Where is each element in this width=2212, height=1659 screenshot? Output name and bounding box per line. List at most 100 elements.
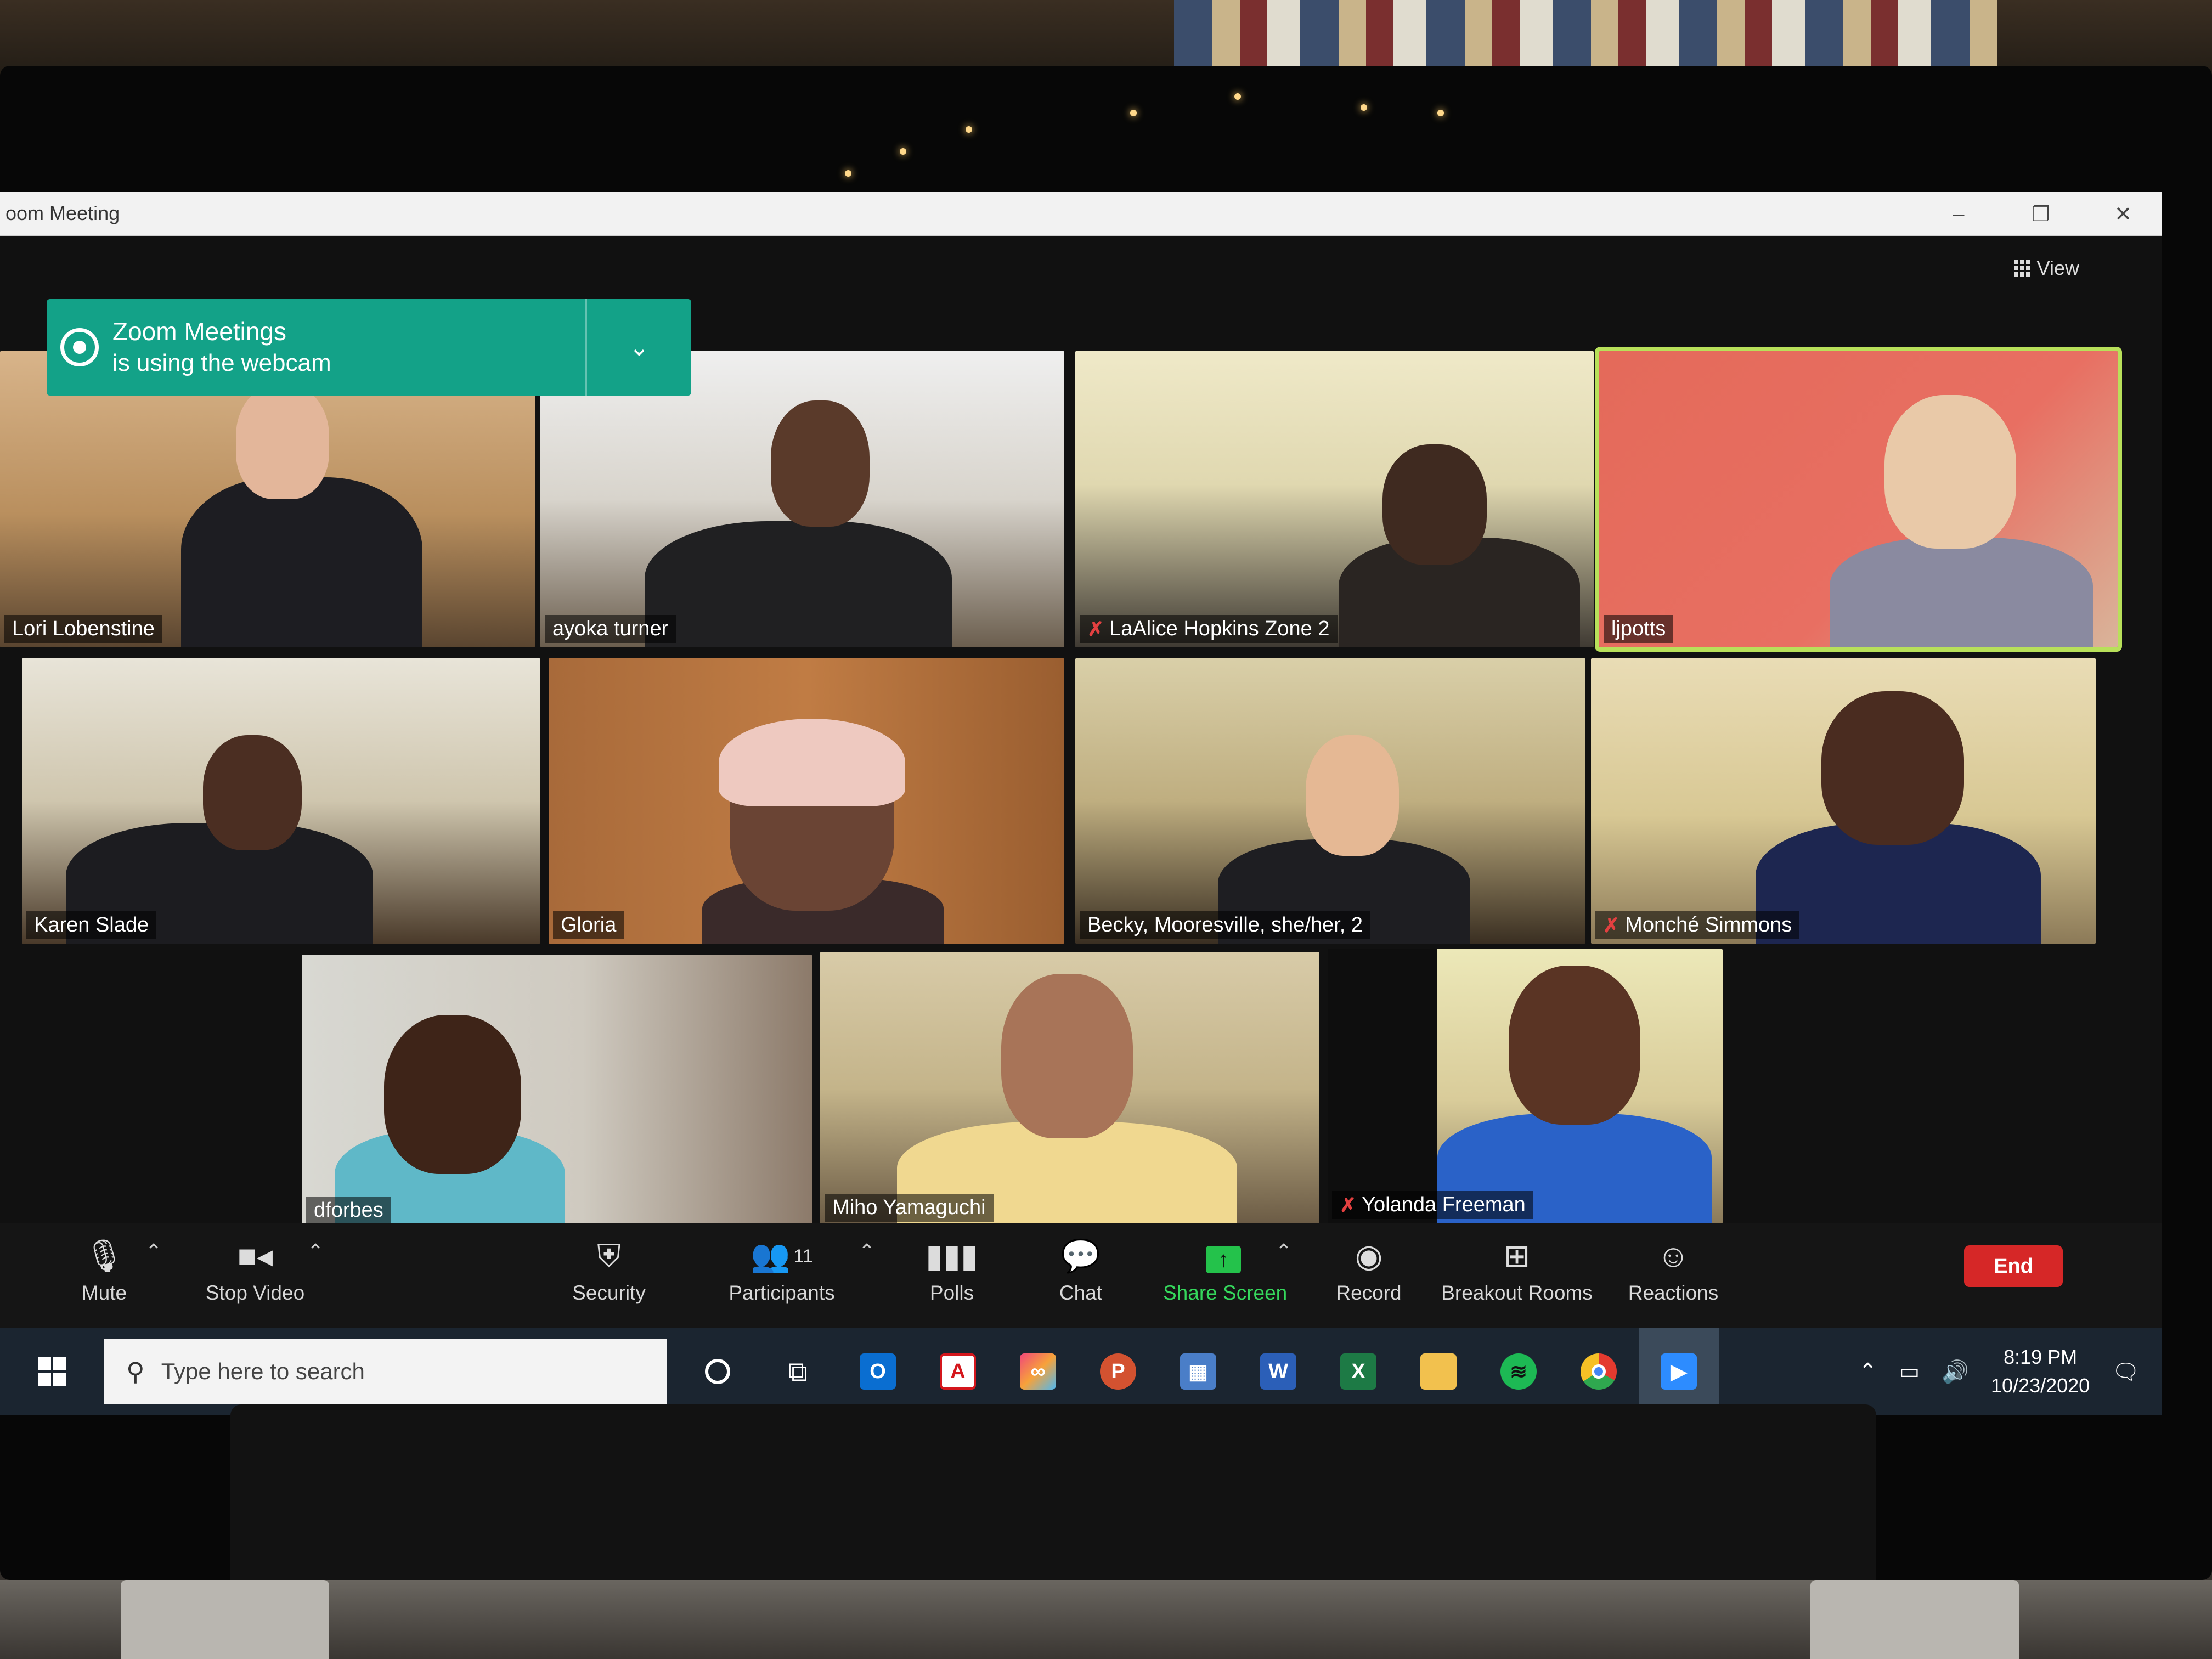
- volume-icon[interactable]: 🔊: [1942, 1359, 1969, 1385]
- grid-view-icon: [2013, 260, 2030, 276]
- participant-name: ✗ Yolanda Freeman: [1332, 1191, 1533, 1219]
- participant-face: [236, 384, 329, 499]
- meeting-toolbar: 🎙 Mute ⌃ ■◂ Stop Video ⌃ ⛨ Security 👥 11 …: [0, 1223, 2162, 1328]
- minimize-icon[interactable]: –: [1942, 202, 1975, 226]
- participant-name: ayoka turner: [545, 615, 676, 643]
- taskbar-apps: ⧉ O A ∞ P ▦ W X ≋ ▶: [678, 1328, 1719, 1415]
- taskbar-app-creative-cloud[interactable]: ∞: [998, 1328, 1078, 1415]
- outlook-icon: O: [860, 1353, 896, 1390]
- video-tile[interactable]: Lori Lobenstine: [0, 351, 535, 647]
- polls-button[interactable]: ▮▮▮ Polls: [922, 1234, 982, 1305]
- share-screen-button[interactable]: ↑ Share Screen: [1163, 1234, 1288, 1305]
- participant-face: [1306, 735, 1399, 856]
- shield-icon: ⛨: [597, 1238, 621, 1274]
- participant-face: [203, 735, 302, 850]
- taskbar-app-zoom[interactable]: ▶: [1639, 1328, 1719, 1415]
- video-tile[interactable]: ayoka turner: [540, 351, 1064, 647]
- word-icon: W: [1260, 1353, 1296, 1390]
- muted-mic-icon: ✗: [1603, 913, 1620, 936]
- powerpoint-icon: P: [1100, 1353, 1136, 1390]
- audio-options-caret[interactable]: ⌃: [145, 1240, 162, 1263]
- video-tile[interactable]: dforbes: [302, 955, 812, 1229]
- webcam-icon: [47, 328, 112, 366]
- clock-time: 8:19 PM: [2004, 1346, 2078, 1368]
- notification-message: is using the webcam: [112, 349, 331, 376]
- windows-logo-icon: [38, 1357, 66, 1386]
- video-tile[interactable]: Gloria: [549, 658, 1064, 944]
- participants-icon: 👥 11: [751, 1238, 813, 1274]
- taskbar-app-excel[interactable]: X: [1318, 1328, 1398, 1415]
- video-tile[interactable]: ✗ Monché Simmons: [1591, 658, 2096, 944]
- cortana-button[interactable]: [678, 1328, 758, 1415]
- show-hidden-icons-chevron[interactable]: ⌃: [1859, 1359, 1877, 1384]
- participant-name: dforbes: [306, 1197, 391, 1224]
- video-options-caret[interactable]: ⌃: [307, 1240, 324, 1263]
- security-label: Security: [572, 1282, 646, 1304]
- video-tile[interactable]: Becky, Mooresville, she/her, 2: [1075, 658, 1585, 944]
- spotify-icon: ≋: [1500, 1353, 1537, 1390]
- record-button[interactable]: ◉ Record: [1330, 1234, 1407, 1305]
- participants-button[interactable]: 👥 11 Participants: [724, 1234, 839, 1305]
- participant-name: Lori Lobenstine: [4, 615, 162, 643]
- taskbar-app-acrobat[interactable]: A: [918, 1328, 998, 1415]
- mute-button[interactable]: 🎙 Mute: [71, 1234, 137, 1305]
- hinge-cover-left: [121, 1580, 329, 1659]
- participant-body: [645, 521, 952, 647]
- video-tile[interactable]: Karen Slade: [22, 658, 540, 944]
- taskbar-app-powerpoint[interactable]: P: [1078, 1328, 1158, 1415]
- share-screen-icon: ↑: [1163, 1234, 1284, 1278]
- video-tile[interactable]: ✗ LaAlice Hopkins Zone 2: [1075, 351, 1594, 647]
- taskbar-app-word[interactable]: W: [1238, 1328, 1318, 1415]
- reactions-label: Reactions: [1628, 1282, 1719, 1304]
- title-bar: oom Meeting – ❐ ✕: [0, 192, 2162, 236]
- participants-options-caret[interactable]: ⌃: [859, 1240, 875, 1263]
- task-view-button[interactable]: ⧉: [758, 1328, 838, 1415]
- taskbar-app-outlook[interactable]: O: [838, 1328, 918, 1415]
- polls-label: Polls: [929, 1282, 974, 1304]
- close-icon[interactable]: ✕: [2107, 202, 2140, 227]
- webcam-notification[interactable]: Zoom Meetings is using the webcam ⌄: [47, 299, 691, 396]
- stop-video-button[interactable]: ■◂ Stop Video: [203, 1234, 307, 1305]
- muted-mic-icon: ✗: [1087, 617, 1104, 640]
- participant-name: Miho Yamaguchi: [825, 1194, 994, 1222]
- search-input[interactable]: [161, 1358, 600, 1385]
- start-button[interactable]: [0, 1328, 104, 1415]
- participant-face: [771, 400, 870, 527]
- breakout-rooms-button[interactable]: ⊞ Breakout Rooms: [1437, 1234, 1596, 1305]
- chat-button[interactable]: 💬 Chat: [1053, 1234, 1108, 1305]
- taskbar-clock[interactable]: 8:19 PM 10/23/2020: [1991, 1343, 2090, 1400]
- clock-date: 10/23/2020: [1991, 1374, 2090, 1397]
- taskbar-search-box[interactable]: ⚲: [104, 1339, 667, 1404]
- video-tile-active-speaker[interactable]: ljpotts: [1595, 347, 2122, 652]
- zoom-icon: ▶: [1661, 1353, 1697, 1390]
- action-center-icon[interactable]: 🗨: [2112, 1359, 2140, 1385]
- muted-mic-icon: ✗: [1340, 1193, 1357, 1216]
- creative-cloud-icon: ∞: [1020, 1353, 1056, 1390]
- reactions-button[interactable]: ☺ Reactions: [1621, 1234, 1725, 1305]
- restore-icon[interactable]: ❐: [2024, 202, 2057, 227]
- security-button[interactable]: ⛨ Security: [571, 1234, 647, 1305]
- taskbar-app-calculator[interactable]: ▦: [1158, 1328, 1238, 1415]
- share-options-caret[interactable]: ⌃: [1276, 1240, 1292, 1263]
- taskbar-app-chrome[interactable]: [1559, 1328, 1639, 1415]
- video-tile[interactable]: Miho Yamaguchi: [820, 952, 1319, 1226]
- acrobat-icon: A: [940, 1353, 976, 1390]
- participant-face: [1383, 444, 1487, 565]
- bookshelf: [1174, 0, 1997, 66]
- record-label: Record: [1336, 1282, 1402, 1304]
- laptop-keyboard: [230, 1404, 1876, 1591]
- taskbar-app-spotify[interactable]: ≋: [1479, 1328, 1559, 1415]
- taskbar-app-file-explorer[interactable]: [1398, 1328, 1479, 1415]
- battery-icon[interactable]: ▭: [1899, 1359, 1920, 1384]
- view-button[interactable]: View: [2013, 257, 2079, 280]
- participants-count: 11: [793, 1246, 813, 1267]
- video-tile[interactable]: ✗ Yolanda Freeman: [1328, 949, 1723, 1223]
- participants-label: Participants: [729, 1282, 835, 1304]
- end-meeting-button[interactable]: End: [1964, 1245, 2063, 1287]
- window-title: oom Meeting: [5, 202, 120, 224]
- participant-face: [1001, 974, 1133, 1138]
- stop-video-label: Stop Video: [205, 1282, 305, 1304]
- participant-face: [384, 1015, 521, 1174]
- chevron-down-icon[interactable]: ⌄: [587, 334, 691, 362]
- share-screen-label: Share Screen: [1163, 1282, 1288, 1304]
